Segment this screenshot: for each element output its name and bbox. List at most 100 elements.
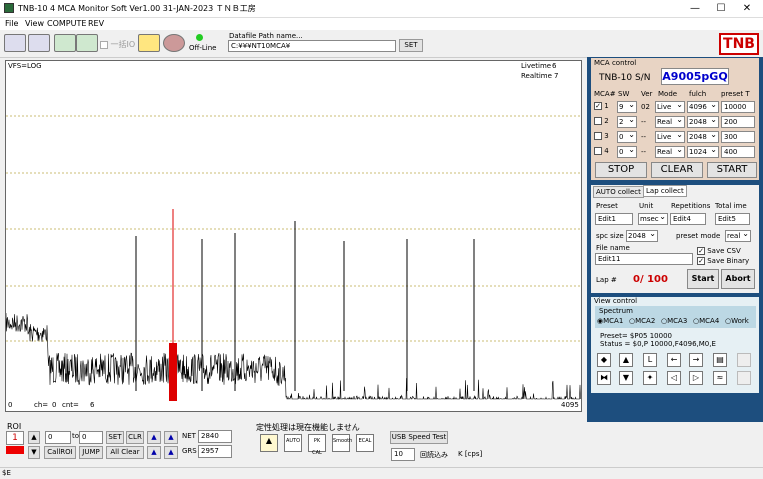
menu-view[interactable]: View bbox=[25, 19, 44, 28]
peak-right-icon[interactable]: ▲ bbox=[164, 431, 178, 444]
roi-to-input[interactable]: 0 bbox=[79, 431, 103, 444]
mca-fulch-select[interactable]: 2048 bbox=[687, 116, 719, 128]
view-control-title: View control bbox=[594, 297, 638, 305]
ch-right-icon[interactable]: ▷ bbox=[689, 371, 703, 385]
path-input[interactable]: C:¥¥¥NT10MCA¥ bbox=[228, 40, 396, 52]
mca-mode-select[interactable]: Real bbox=[655, 146, 685, 158]
spectrum-plot[interactable]: VFS=LOG Livetime 6 Realtime 7 0 ch= 0 cn… bbox=[5, 60, 582, 412]
menu-rev[interactable]: REV bbox=[88, 19, 104, 28]
scale-up-icon[interactable]: ▲ bbox=[619, 353, 633, 367]
zoom-out-horizontal-icon[interactable]: ⧓ bbox=[597, 371, 611, 385]
all-clear-button[interactable]: All Clear bbox=[106, 446, 144, 459]
mca-row-checkbox[interactable]: 4 bbox=[594, 147, 609, 155]
radio-mca4[interactable]: ○MCA4 bbox=[693, 317, 719, 325]
roi-number[interactable]: 1 bbox=[6, 431, 24, 445]
roi-up-icon[interactable]: ▲ bbox=[28, 431, 40, 444]
tab-lap-collect[interactable]: Lap collect bbox=[643, 185, 687, 197]
stop-button[interactable]: STOP bbox=[595, 162, 647, 178]
mca-fulch-select[interactable]: 2048 bbox=[687, 131, 719, 143]
mca-row-checkbox[interactable]: ✓ 1 bbox=[594, 102, 609, 110]
set-path-button[interactable]: SET bbox=[399, 39, 423, 52]
mca-mode-select[interactable]: Real bbox=[655, 116, 685, 128]
header-fulch: fulch bbox=[689, 90, 707, 98]
peak-left2-icon[interactable]: ▲ bbox=[147, 446, 161, 459]
maximize-button[interactable]: ☐ bbox=[708, 2, 734, 16]
peak-left-icon[interactable]: ▲ bbox=[147, 431, 161, 444]
radio-mca3[interactable]: ○MCA3 bbox=[661, 317, 687, 325]
close-button[interactable]: ✕ bbox=[734, 2, 760, 16]
excel-export-icon[interactable] bbox=[54, 34, 76, 52]
mca-sw-select[interactable]: 0 bbox=[617, 131, 637, 143]
open-folder-icon[interactable] bbox=[4, 34, 26, 52]
scroll-left-icon[interactable]: ← bbox=[667, 353, 681, 367]
mca-mode-select[interactable]: Live bbox=[655, 101, 685, 113]
mca-preset-input[interactable]: 200 bbox=[721, 116, 755, 128]
save-csv-checkbox[interactable]: ✓ Save CSV bbox=[697, 247, 741, 255]
minimize-button[interactable]: — bbox=[682, 2, 708, 16]
mca-preset-input[interactable]: 300 bbox=[721, 131, 755, 143]
clear-button[interactable]: CLEAR bbox=[651, 162, 703, 178]
scale-down-icon[interactable]: ▼ bbox=[619, 371, 633, 385]
radio-work[interactable]: ○Work bbox=[725, 317, 749, 325]
radio-mca1[interactable]: ◉MCA1 bbox=[597, 317, 623, 325]
ecal-icon[interactable]: ECAL bbox=[356, 434, 374, 452]
unit-select[interactable]: msec bbox=[638, 213, 668, 225]
mca-fulch-select[interactable]: 4096 bbox=[687, 101, 719, 113]
status-line: Status = $0,P 10000,F4096,M0,E bbox=[600, 340, 716, 348]
usb-speed-test-button[interactable]: USB Speed Test bbox=[390, 431, 448, 444]
mca-row-checkbox[interactable]: 2 bbox=[594, 117, 609, 125]
save-folder-icon[interactable] bbox=[28, 34, 50, 52]
record-icon[interactable] bbox=[163, 34, 185, 52]
roi-color-swatch bbox=[6, 446, 24, 454]
jump-button[interactable]: JUMP bbox=[79, 446, 103, 459]
tab-auto-collect[interactable]: AUTO collect bbox=[593, 186, 644, 198]
mca-fulch-select[interactable]: 1024 bbox=[687, 146, 719, 158]
zoom-in-horizontal-icon[interactable]: ◆ bbox=[597, 353, 611, 367]
total-input[interactable]: Edit5 bbox=[715, 213, 750, 225]
mca-sw-select[interactable]: 9 bbox=[617, 101, 637, 113]
file-name-input[interactable]: Edit11 bbox=[595, 253, 693, 265]
open-file-icon[interactable] bbox=[138, 34, 160, 52]
preset-input[interactable]: Edit1 bbox=[595, 213, 633, 225]
mca-row-checkbox[interactable]: 3 bbox=[594, 132, 609, 140]
mca-preset-input[interactable]: 400 bbox=[721, 146, 755, 158]
mca-sw-select[interactable]: 2 bbox=[617, 116, 637, 128]
roi-set-button[interactable]: SET bbox=[106, 431, 124, 444]
callroi-button[interactable]: CallROI bbox=[44, 446, 76, 459]
menu-file[interactable]: File bbox=[5, 19, 18, 28]
roi-down-icon[interactable]: ▼ bbox=[28, 446, 40, 459]
ch-left-icon[interactable]: ◁ bbox=[667, 371, 681, 385]
excel-import-icon[interactable] bbox=[76, 34, 98, 52]
peak-search-icon[interactable]: ▲ bbox=[260, 434, 278, 452]
roi-clr-button[interactable]: CLR bbox=[126, 431, 144, 444]
lap-start-button[interactable]: Start bbox=[687, 269, 719, 289]
offline-label: Off-Line bbox=[189, 44, 217, 52]
toolbar: 一括IO Off-Line Datafile Path name... C:¥¥… bbox=[0, 30, 763, 58]
ch-icon[interactable]: ✦ bbox=[643, 371, 657, 385]
start-button[interactable]: START bbox=[707, 162, 757, 178]
radio-mca2[interactable]: ○MCA2 bbox=[629, 317, 655, 325]
spc-size-select[interactable]: 2048 bbox=[626, 230, 658, 242]
mca-mode-select[interactable]: Live bbox=[655, 131, 685, 143]
preset-status-line: Preset= $P05 10000 bbox=[600, 332, 672, 340]
menu-compute[interactable]: COMPUTE bbox=[47, 19, 86, 28]
preset-mode-select[interactable]: real bbox=[725, 230, 751, 242]
mca-preset-input[interactable]: 10000 bbox=[721, 101, 755, 113]
scroll-right-icon[interactable]: → bbox=[689, 353, 703, 367]
speed-count-input[interactable]: 10 bbox=[391, 448, 415, 461]
sn-label: TNB-10 S/N bbox=[599, 73, 651, 83]
ch-cal-icon[interactable]: ≈ bbox=[713, 371, 727, 385]
save-binary-checkbox[interactable]: ✓ Save Binary bbox=[697, 257, 749, 265]
mca-sw-select[interactable]: 0 bbox=[617, 146, 637, 158]
pkcal-icon[interactable]: PK CAL bbox=[308, 434, 326, 456]
mca-control-title: MCA control bbox=[594, 59, 637, 67]
smooth-icon[interactable]: Smooth bbox=[332, 434, 352, 452]
lap-abort-button[interactable]: Abort bbox=[721, 269, 755, 289]
auto-icon[interactable]: AUTO bbox=[284, 434, 302, 452]
peak-right2-icon[interactable]: ▲ bbox=[164, 446, 178, 459]
log-scale-icon[interactable]: L bbox=[643, 353, 657, 367]
roi-from-input[interactable]: 0 bbox=[45, 431, 71, 444]
ikkatsu-checkbox[interactable]: 一括IO bbox=[100, 39, 135, 50]
mode-icon[interactable]: ▤ bbox=[713, 353, 727, 367]
repetitions-input[interactable]: Edit4 bbox=[670, 213, 706, 225]
